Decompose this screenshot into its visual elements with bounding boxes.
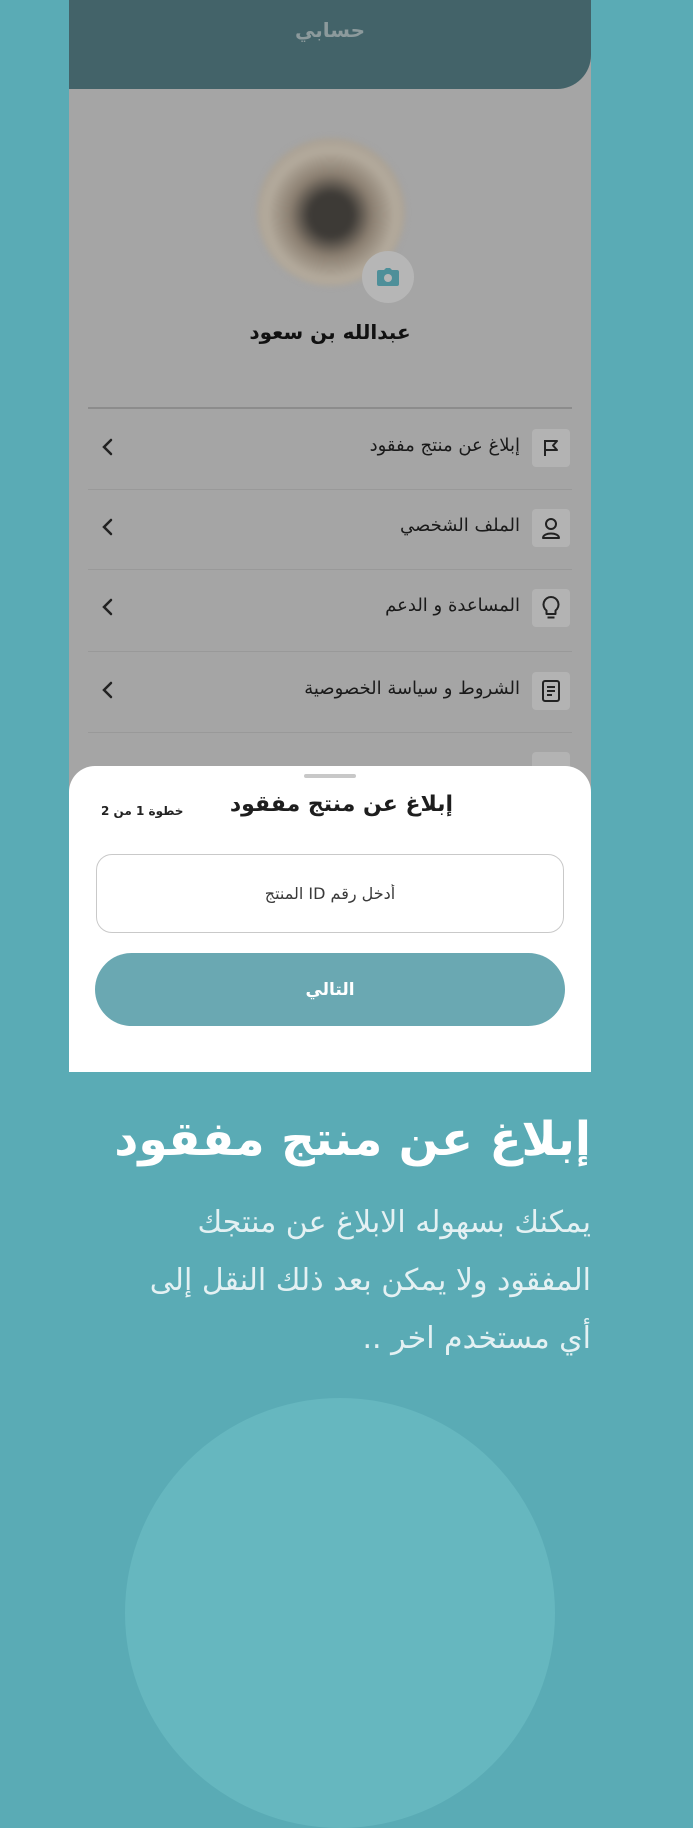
flag-icon <box>532 429 570 467</box>
menu-item-terms-privacy[interactable]: الشروط و سياسة الخصوصية <box>88 652 572 733</box>
user-icon <box>532 509 570 547</box>
user-name: عبدالله بن سعود <box>249 320 411 344</box>
menu-item-profile[interactable]: الملف الشخصي <box>88 489 572 570</box>
app-header: حسابي <box>69 0 591 89</box>
menu-item-label: إبلاغ عن منتج مفقود <box>369 435 520 456</box>
sheet-drag-handle[interactable] <box>304 774 356 778</box>
chevron-left-icon <box>102 598 113 616</box>
step-indicator: خطوة 1 من 2 <box>101 804 184 818</box>
menu-item-label: المساعدة و الدعم <box>385 595 520 616</box>
promo-description: يمكنك بسهوله الابلاغ عن منتجك المفقود ول… <box>149 1205 591 1356</box>
menu-item-label: الملف الشخصي <box>400 515 520 536</box>
change-photo-button[interactable] <box>362 251 414 303</box>
document-icon <box>532 672 570 710</box>
next-button[interactable]: التالي <box>95 953 565 1026</box>
header-title: حسابي <box>294 18 366 42</box>
chevron-left-icon <box>102 681 113 699</box>
camera-icon <box>377 268 399 286</box>
menu-item-help-support[interactable]: المساعدة و الدعم <box>88 569 572 652</box>
report-lost-sheet: إبلاغ عن منتج مفقود خطوة 1 من 2 التالي <box>69 766 591 1072</box>
product-id-input[interactable] <box>96 854 564 933</box>
menu-item-label: الشروط و سياسة الخصوصية <box>304 678 520 699</box>
phone-screen: حسابي عبدالله بن سعود إبلاغ عن منتج مفقو… <box>69 0 591 1072</box>
sheet-title: إبلاغ عن منتج مفقود <box>229 792 453 817</box>
lightbulb-icon <box>532 589 570 627</box>
promo-title: إبلاغ عن منتج مفقود <box>114 1112 591 1167</box>
chevron-left-icon <box>102 438 113 456</box>
background-circle <box>125 1398 555 1828</box>
chevron-left-icon <box>102 518 113 536</box>
menu-item-report-lost[interactable]: إبلاغ عن منتج مفقود <box>88 409 572 490</box>
